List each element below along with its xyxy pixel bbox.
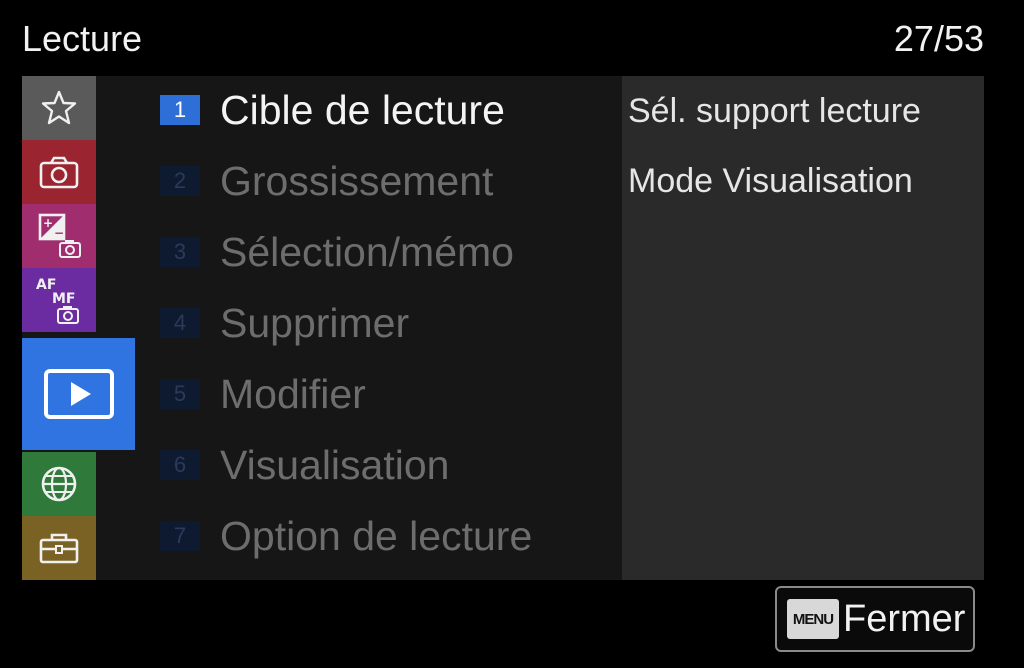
menu-item-label: Option de lecture <box>220 512 533 559</box>
page-indicator: 27/53 <box>893 18 984 59</box>
menu-item-number: 4 <box>160 308 200 338</box>
sidebar-tab-setup[interactable] <box>22 516 96 580</box>
menu-item-number: 7 <box>160 521 200 551</box>
svg-text:−: − <box>54 226 64 240</box>
menu-item-cible-de-lecture[interactable]: 1 Cible de lecture <box>160 78 505 142</box>
toolbox-icon <box>38 530 80 566</box>
menu-item-label: Supprimer <box>220 299 410 346</box>
menu-item-supprimer[interactable]: 4 Supprimer <box>160 291 409 355</box>
submenu-panel: Sél. support lecture Mode Visualisation <box>622 76 984 580</box>
exposure-camera-icon: + − <box>34 211 84 261</box>
menu-item-visualisation[interactable]: 6 Visualisation <box>160 433 449 497</box>
camera-icon <box>38 154 80 190</box>
sidebar-tab-network[interactable] <box>22 452 96 516</box>
menu-item-label: Modifier <box>220 370 366 417</box>
menu-item-label: Cible de lecture <box>220 86 505 133</box>
menu-item-label: Visualisation <box>220 441 450 488</box>
menu-item-label: Grossissement <box>220 157 494 204</box>
menu-item-label: Sélection/mémo <box>220 228 514 275</box>
menu-item-grossissement[interactable]: 2 Grossissement <box>160 149 493 213</box>
af-mf-camera-icon: AF MF <box>32 273 86 327</box>
menu-list: 1 Cible de lecture 2 Grossissement 3 Sél… <box>160 76 620 580</box>
sidebar-tab-favorites[interactable] <box>22 76 96 140</box>
menu-item-selection-memo[interactable]: 3 Sélection/mémo <box>160 220 514 284</box>
close-button[interactable]: MENU Fermer <box>775 586 975 652</box>
submenu-item-sel-support-lecture[interactable]: Sél. support lecture <box>628 92 921 131</box>
category-sidebar: + − AF MF <box>22 76 135 580</box>
globe-icon <box>38 463 80 505</box>
svg-text:+: + <box>43 216 53 230</box>
star-icon <box>39 88 79 128</box>
mf-label: MF <box>52 291 76 307</box>
sidebar-tab-exposure-color[interactable]: + − <box>22 204 96 268</box>
menu-key-icon: MENU <box>787 599 839 639</box>
submenu-item-mode-visualisation[interactable]: Mode Visualisation <box>628 162 913 201</box>
menu-item-number: 3 <box>160 237 200 267</box>
menu-item-number: 6 <box>160 450 200 480</box>
page-title: Lecture <box>22 18 143 59</box>
menu-item-option-de-lecture[interactable]: 7 Option de lecture <box>160 504 532 568</box>
menu-item-number: 1 <box>160 95 200 125</box>
play-icon <box>43 368 115 420</box>
sidebar-tab-shooting[interactable] <box>22 140 96 204</box>
sidebar-tab-focus[interactable]: AF MF <box>22 268 96 332</box>
sidebar-tab-playback[interactable] <box>22 338 135 450</box>
menu-item-number: 5 <box>160 379 200 409</box>
menu-item-modifier[interactable]: 5 Modifier <box>160 362 366 426</box>
close-label: Fermer <box>843 597 966 640</box>
menu-item-number: 2 <box>160 166 200 196</box>
